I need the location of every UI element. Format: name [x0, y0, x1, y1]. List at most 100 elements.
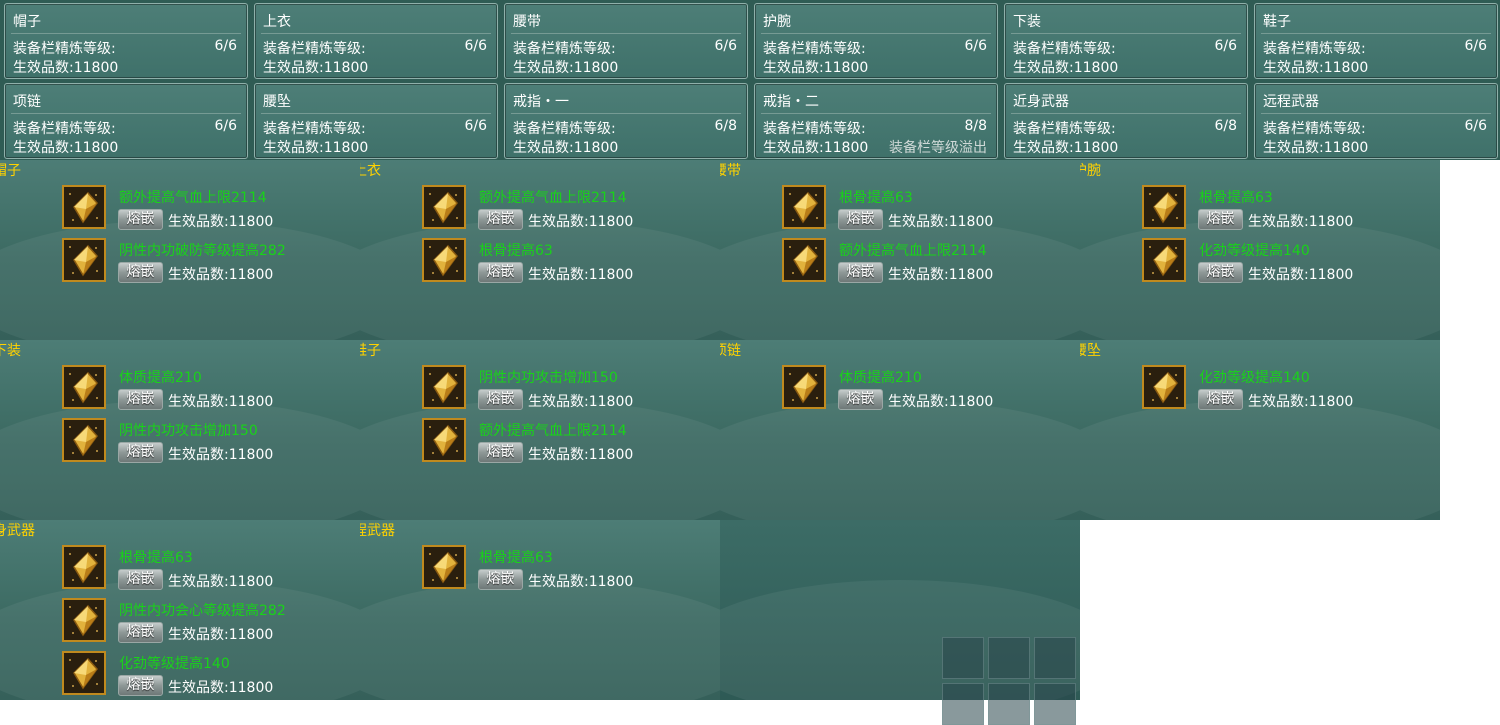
- slot-divider: [261, 113, 491, 114]
- gem-count-label: 生效品数:: [1248, 394, 1309, 410]
- slot-divider: [761, 33, 991, 34]
- gem-count-value: 11800: [228, 680, 274, 696]
- gem-count-value: 11800: [228, 267, 274, 283]
- inlay-button[interactable]: 熔嵌: [118, 262, 163, 283]
- slot-card-5[interactable]: 鞋子 装备栏精炼等级: 6/6 生效品数:11800: [1254, 3, 1498, 79]
- gem-entry: 体质提高210 熔嵌 生效品数:11800: [62, 363, 352, 413]
- gem-count-label: 生效品数:: [528, 447, 589, 463]
- gem-icon[interactable]: [422, 545, 466, 589]
- refine-level-label: 装备栏精炼等级:: [1263, 41, 1366, 57]
- panel-title: 护腕: [1080, 163, 1101, 179]
- gem-count-value: 11800: [228, 214, 274, 230]
- inlay-button[interactable]: 熔嵌: [118, 389, 163, 410]
- gem-icon[interactable]: [62, 598, 106, 642]
- gem-panel-3: 护腕根骨提高63熔嵌生效品数:11800化劲等级提高140熔嵌生效品数:1180…: [1080, 160, 1440, 340]
- gem-entry: 化劲等级提高140 熔嵌 生效品数:11800: [1142, 236, 1432, 286]
- inlay-button[interactable]: 熔嵌: [118, 209, 163, 230]
- gem-icon[interactable]: [1142, 365, 1186, 409]
- gem-icon[interactable]: [62, 238, 106, 282]
- inlay-button[interactable]: 熔嵌: [838, 209, 883, 230]
- gem-count-value: 11800: [588, 574, 634, 590]
- inlay-button[interactable]: 熔嵌: [838, 262, 883, 283]
- slot-name: 腰坠: [263, 94, 291, 110]
- slot-card-9[interactable]: 戒指・二 装备栏精炼等级: 8/8 生效品数:11800 装备栏等级溢出: [754, 83, 998, 159]
- gem-icon[interactable]: [62, 185, 106, 229]
- refine-level-row: 装备栏精炼等级: 6/6: [1263, 118, 1489, 138]
- gem-count-value: 11800: [1308, 267, 1354, 283]
- effective-count-value: 11800: [573, 140, 619, 156]
- gem-count-value: 11800: [588, 214, 634, 230]
- gem-entry: 阴性内功攻击增加150 熔嵌 生效品数:11800: [62, 416, 352, 466]
- inlay-button[interactable]: 熔嵌: [1198, 209, 1243, 230]
- slot-card-8[interactable]: 戒指・一 装备栏精炼等级: 6/8 生效品数:11800: [504, 83, 748, 159]
- gem-effective-count: 生效品数:11800: [168, 264, 273, 284]
- inlay-button[interactable]: 熔嵌: [1198, 262, 1243, 283]
- gem-icon[interactable]: [782, 365, 826, 409]
- inlay-button[interactable]: 熔嵌: [478, 209, 523, 230]
- panel-title: 帽子: [0, 163, 21, 179]
- inlay-button[interactable]: 熔嵌: [1198, 389, 1243, 410]
- gem-count-value: 11800: [588, 394, 634, 410]
- gem-icon[interactable]: [1142, 238, 1186, 282]
- refine-level-row: 装备栏精炼等级: 6/8: [1013, 118, 1239, 138]
- refine-level-row: 装备栏精炼等级: 6/6: [263, 38, 489, 58]
- gem-count-value: 11800: [948, 214, 994, 230]
- effective-count-label: 生效品数:: [13, 60, 74, 76]
- gem-icon[interactable]: [62, 651, 106, 695]
- slot-card-11[interactable]: 远程武器 装备栏精炼等级: 6/6 生效品数:11800: [1254, 83, 1498, 159]
- inlay-button[interactable]: 熔嵌: [478, 442, 523, 463]
- gem-effect-text: 阴性内功破防等级提高282: [119, 243, 286, 259]
- slot-name: 近身武器: [1013, 94, 1069, 110]
- slot-card-4[interactable]: 下装 装备栏精炼等级: 6/6 生效品数:11800: [1004, 3, 1248, 79]
- gem-count-label: 生效品数:: [1248, 214, 1309, 230]
- gem-count-label: 生效品数:: [528, 267, 589, 283]
- gem-icon[interactable]: [62, 545, 106, 589]
- slot-card-1[interactable]: 上衣 装备栏精炼等级: 6/6 生效品数:11800: [254, 3, 498, 79]
- gem-icon[interactable]: [422, 238, 466, 282]
- effective-count-label: 生效品数:: [263, 60, 324, 76]
- gem-panel-8: 近身武器根骨提高63熔嵌生效品数:11800阴性内功会心等级提高282熔嵌生效品…: [0, 520, 360, 700]
- gem-icon[interactable]: [1142, 185, 1186, 229]
- inlay-button[interactable]: 熔嵌: [118, 622, 163, 643]
- effective-count-value: 11800: [1323, 140, 1369, 156]
- inlay-button[interactable]: 熔嵌: [118, 569, 163, 590]
- slot-card-3[interactable]: 护腕 装备栏精炼等级: 6/6 生效品数:11800: [754, 3, 998, 79]
- refine-level-row: 装备栏精炼等级: 6/6: [13, 118, 239, 138]
- refine-level-label: 装备栏精炼等级:: [263, 41, 366, 57]
- slot-card-10[interactable]: 近身武器 装备栏精炼等级: 6/8 生效品数:11800: [1004, 83, 1248, 159]
- gem-icon[interactable]: [62, 365, 106, 409]
- gem-icon[interactable]: [782, 185, 826, 229]
- effective-count-value: 11800: [1073, 140, 1119, 156]
- inlay-button[interactable]: 熔嵌: [118, 675, 163, 696]
- refine-level-row: 装备栏精炼等级: 6/6: [1013, 38, 1239, 58]
- effective-count-row: 生效品数:11800: [13, 137, 239, 157]
- slot-card-6[interactable]: 项链 装备栏精炼等级: 6/6 生效品数:11800: [4, 83, 248, 159]
- inlay-button[interactable]: 熔嵌: [478, 389, 523, 410]
- gem-effective-count: 生效品数:11800: [888, 264, 993, 284]
- panel-title: 腰带: [720, 163, 741, 179]
- gem-entry: 体质提高210 熔嵌 生效品数:11800: [782, 363, 1072, 413]
- gem-effective-count: 生效品数:11800: [168, 211, 273, 231]
- effective-count-label: 生效品数:: [263, 140, 324, 156]
- effective-count-row: 生效品数:11800: [763, 57, 989, 77]
- inlay-button[interactable]: 熔嵌: [478, 569, 523, 590]
- gem-effective-count: 生效品数:11800: [168, 677, 273, 697]
- refine-level-value: 6/6: [714, 38, 737, 54]
- gem-icon[interactable]: [422, 418, 466, 462]
- slot-card-7[interactable]: 腰坠 装备栏精炼等级: 6/6 生效品数:11800: [254, 83, 498, 159]
- gem-effective-count: 生效品数:11800: [168, 444, 273, 464]
- slot-card-2[interactable]: 腰带 装备栏精炼等级: 6/6 生效品数:11800: [504, 3, 748, 79]
- refine-level-label: 装备栏精炼等级:: [763, 41, 866, 57]
- equipment-slot-grid: 帽子 装备栏精炼等级: 6/6 生效品数:11800 上衣 装备栏精炼等级: 6/6 生效品数…: [0, 0, 1500, 160]
- gem-effect-text: 根骨提高63: [479, 550, 553, 566]
- gem-icon[interactable]: [782, 238, 826, 282]
- effective-count-label: 生效品数:: [763, 140, 824, 156]
- gem-icon[interactable]: [422, 185, 466, 229]
- gem-count-label: 生效品数:: [168, 214, 229, 230]
- inlay-button[interactable]: 熔嵌: [838, 389, 883, 410]
- gem-icon[interactable]: [422, 365, 466, 409]
- inlay-button[interactable]: 熔嵌: [478, 262, 523, 283]
- gem-icon[interactable]: [62, 418, 106, 462]
- inlay-button[interactable]: 熔嵌: [118, 442, 163, 463]
- slot-card-0[interactable]: 帽子 装备栏精炼等级: 6/6 生效品数:11800: [4, 3, 248, 79]
